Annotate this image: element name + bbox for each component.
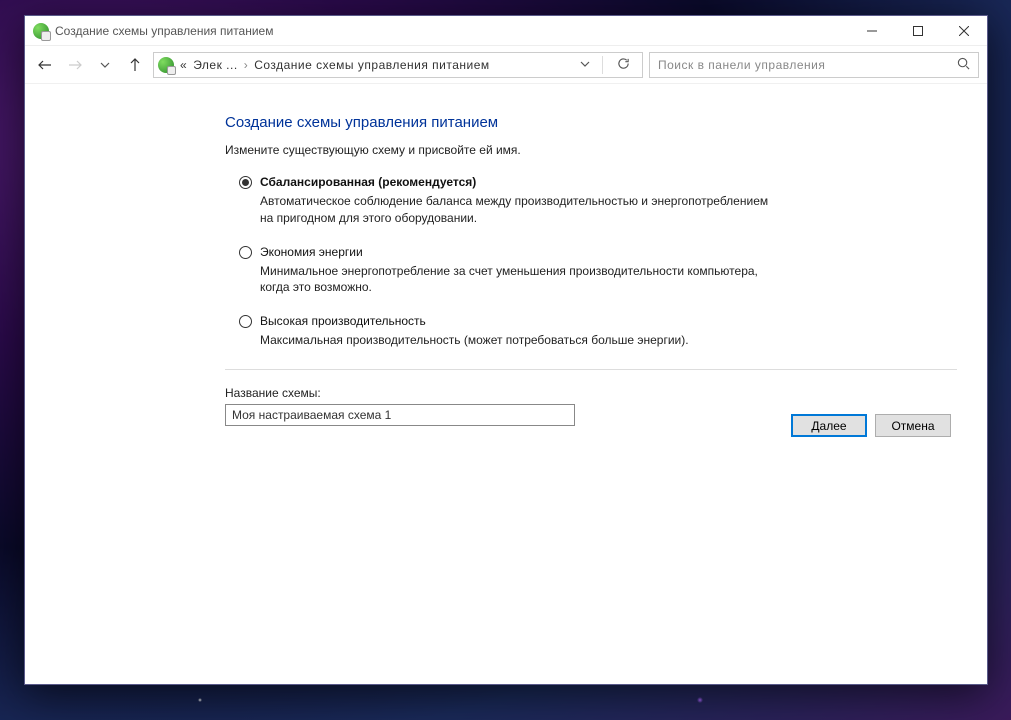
plan-description: Максимальная производительность (может п… xyxy=(260,332,689,349)
plan-description: Автоматическое соблюдение баланса между … xyxy=(260,193,780,227)
page-subtitle: Измените существующую схему и присвойте … xyxy=(225,143,957,157)
plan-name-label: Название схемы: xyxy=(225,386,957,400)
refresh-button[interactable] xyxy=(609,57,638,73)
forward-button[interactable] xyxy=(63,53,87,77)
plan-option-high-performance[interactable]: Высокая производительность Максимальная … xyxy=(239,314,957,349)
up-button[interactable] xyxy=(123,53,147,77)
control-panel-window: Создание схемы управления питанием « xyxy=(24,15,988,685)
power-options-icon xyxy=(33,23,49,39)
page-title: Создание схемы управления питанием xyxy=(225,114,957,131)
divider xyxy=(225,369,957,370)
next-button[interactable]: Далее xyxy=(791,414,867,437)
search-box[interactable] xyxy=(649,52,979,78)
navigation-bar: « Элек ... › Создание схемы управления п… xyxy=(25,46,987,84)
window-title: Создание схемы управления питанием xyxy=(55,24,273,38)
plan-name: Сбалансированная (рекомендуется) xyxy=(260,175,780,189)
plan-name-input[interactable] xyxy=(225,404,575,426)
plan-option-power-saver[interactable]: Экономия энергии Минимальное энергопотре… xyxy=(239,245,957,297)
search-icon[interactable] xyxy=(957,57,970,73)
close-button[interactable] xyxy=(941,16,987,46)
maximize-button[interactable] xyxy=(895,16,941,46)
breadcrumb-item[interactable]: Создание схемы управления питанием xyxy=(254,58,489,72)
power-options-icon xyxy=(158,57,174,73)
chevron-right-icon: › xyxy=(244,58,249,72)
plan-description: Минимальное энергопотребление за счет ум… xyxy=(260,263,780,297)
minimize-button[interactable] xyxy=(849,16,895,46)
plan-name: Экономия энергии xyxy=(260,245,780,259)
recent-locations-button[interactable] xyxy=(93,53,117,77)
radio-button[interactable] xyxy=(239,315,252,328)
address-dropdown-button[interactable] xyxy=(574,58,596,72)
breadcrumb-prefix: « xyxy=(180,58,187,72)
radio-button[interactable] xyxy=(239,246,252,259)
action-buttons: Далее Отмена xyxy=(791,414,951,437)
plan-option-balanced[interactable]: Сбалансированная (рекомендуется) Автомат… xyxy=(239,175,957,227)
breadcrumb: « Элек ... › Создание схемы управления п… xyxy=(180,58,490,72)
radio-button[interactable] xyxy=(239,176,252,189)
titlebar: Создание схемы управления питанием xyxy=(25,16,987,46)
back-button[interactable] xyxy=(33,53,57,77)
cancel-button[interactable]: Отмена xyxy=(875,414,951,437)
plan-name: Высокая производительность xyxy=(260,314,689,328)
divider xyxy=(602,56,603,74)
content-area: Создание схемы управления питанием Измен… xyxy=(25,84,987,684)
breadcrumb-item[interactable]: Элек ... xyxy=(193,58,238,72)
address-bar[interactable]: « Элек ... › Создание схемы управления п… xyxy=(153,52,643,78)
search-input[interactable] xyxy=(658,58,957,72)
